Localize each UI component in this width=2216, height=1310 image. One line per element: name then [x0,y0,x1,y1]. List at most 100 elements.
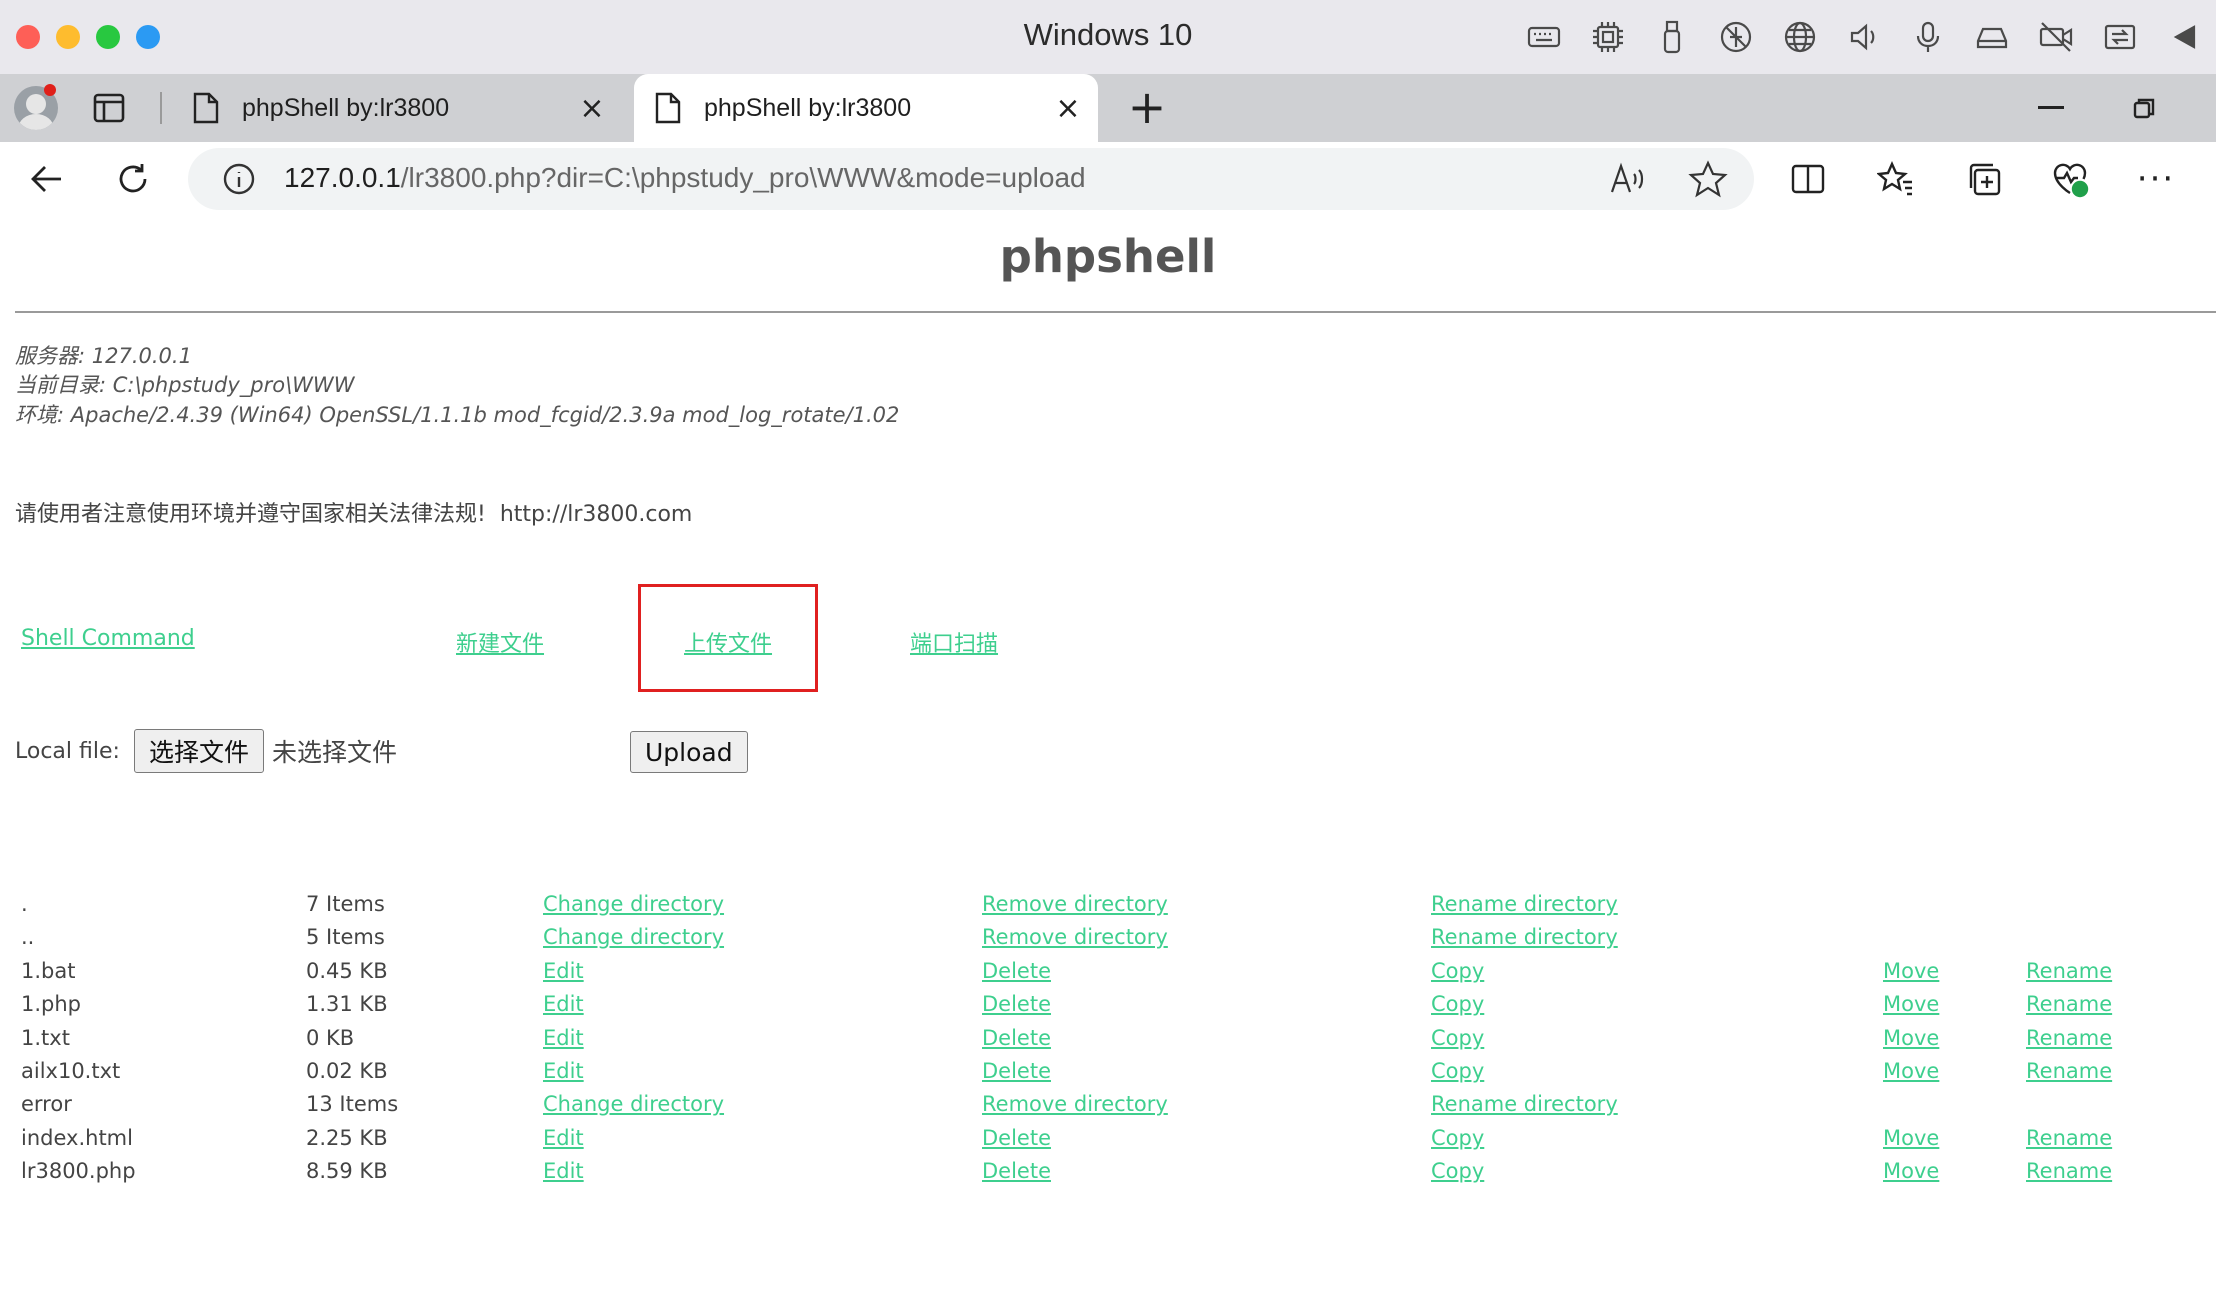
network-off-icon[interactable] [1714,16,1758,58]
split-screen-icon[interactable] [1786,158,1830,200]
file-name: error [21,1092,72,1117]
new-tab-button[interactable]: + [1124,84,1170,132]
action-link-2[interactable]: Delete [982,992,1051,1016]
rename-link[interactable]: Rename [2026,1026,2112,1050]
action-link-1[interactable]: Change directory [543,1092,724,1116]
rename-link[interactable]: Rename [2026,1126,2112,1150]
action-link-3[interactable]: Rename directory [1431,1092,1618,1116]
rename-link[interactable]: Rename [2026,992,2112,1016]
file-size: 7 Items [306,892,385,916]
file-size: 8.59 KB [306,1159,388,1184]
tab-title: phpShell by:lr3800 [704,93,912,122]
upload-button[interactable]: Upload [630,731,748,773]
shell-command-link[interactable]: Shell Command [21,626,195,651]
action-link-3[interactable]: Copy [1431,1159,1484,1183]
move-link[interactable]: Move [1883,1026,1939,1050]
move-link[interactable]: Move [1883,1059,1939,1083]
action-link-2[interactable]: Delete [982,1126,1051,1150]
action-link-3[interactable]: Copy [1431,1126,1484,1150]
rename-link[interactable]: Rename [2026,1159,2112,1183]
file-name: .. [21,925,35,950]
file-row: 1.bat 0.45 KB Edit Delete Copy Move Rename [0,959,2216,992]
action-link-3[interactable]: Rename directory [1431,892,1618,916]
move-link[interactable]: Move [1883,1159,1939,1183]
usb-icon[interactable] [1650,16,1694,58]
file-name: index.html [21,1125,133,1150]
camera-off-icon[interactable] [2034,16,2078,58]
collapse-arrow-icon[interactable] [2162,16,2206,58]
action-link-1[interactable]: Edit [543,1126,584,1150]
file-row: .. 5 Items Change directory Remove director… [0,925,2216,958]
browser-essentials-icon[interactable] [2048,158,2092,200]
address-bar[interactable]: 127.0.0.1/lr3800.php?dir=C:\phpstudy_pro… [188,148,1754,210]
microphone-icon[interactable] [1906,16,1950,58]
tab-separator [160,92,162,124]
file-row: error 13 Items Change directory Remove dire… [0,1092,2216,1125]
tab-actions-icon[interactable] [92,92,126,124]
document-icon [654,91,682,125]
cpu-icon[interactable] [1586,16,1630,58]
collections-icon[interactable] [1962,158,2006,200]
action-link-1[interactable]: Edit [543,992,584,1016]
url-path: /lr3800.php?dir=C:\phpstudy_pro\WWW&mode… [400,162,1086,193]
restore-browser-button[interactable] [2132,96,2156,120]
back-arrow-icon [31,166,61,192]
file-size: 1.31 KB [306,992,388,1017]
browser-toolbar: 127.0.0.1/lr3800.php?dir=C:\phpstudy_pro… [0,142,2216,217]
tab-2-active[interactable]: phpShell by:lr3800 × [634,74,1098,142]
file-size: 13 Items [306,1092,399,1117]
url-text[interactable]: 127.0.0.1/lr3800.php?dir=C:\phpstudy_pro… [284,162,1086,194]
refresh-button[interactable] [110,156,156,202]
mac-titlebar: Windows 10 [0,0,2216,75]
action-link-3[interactable]: Copy [1431,1059,1484,1083]
favorites-icon[interactable] [1874,158,1918,200]
tab-close-button[interactable]: × [1048,88,1088,128]
back-button[interactable] [24,156,70,202]
move-link[interactable]: Move [1883,992,1939,1016]
more-options-button[interactable]: ··· [2134,158,2178,200]
action-link-3[interactable]: Copy [1431,992,1484,1016]
file-size: 0.45 KB [306,958,388,983]
tab-close-button[interactable]: × [572,88,612,128]
rename-link[interactable]: Rename [2026,1059,2112,1083]
action-link-1[interactable]: Change directory [543,892,724,916]
action-link-1[interactable]: Edit [543,959,584,983]
page-title: phpshell [999,230,1217,283]
current-directory-info: 当前目录: C:\phpstudy_pro\WWW [15,373,355,397]
shared-folder-icon[interactable] [2098,16,2142,58]
action-link-3[interactable]: Copy [1431,959,1484,983]
action-link-1[interactable]: Change directory [543,925,724,949]
rename-link[interactable]: Rename [2026,959,2112,983]
port-scan-link[interactable]: 端口扫描 [910,626,998,658]
action-link-2[interactable]: Remove directory [982,925,1168,949]
speaker-icon[interactable] [1842,16,1886,58]
minimize-browser-button[interactable] [2038,106,2064,109]
action-link-2[interactable]: Delete [982,959,1051,983]
action-link-3[interactable]: Copy [1431,1026,1484,1050]
action-link-2[interactable]: Delete [982,1059,1051,1083]
action-link-2[interactable]: Delete [982,1026,1051,1050]
tab-title: phpShell by:lr3800 [242,93,450,122]
new-file-link[interactable]: 新建文件 [456,626,544,658]
url-host: 127.0.0.1 [284,162,401,193]
action-link-2[interactable]: Remove directory [982,1092,1168,1116]
action-link-3[interactable]: Rename directory [1431,925,1618,949]
add-favorite-star-icon[interactable] [1688,160,1728,198]
choose-file-button[interactable]: 选择文件 [133,729,264,773]
file-size: 5 Items [306,925,385,950]
move-link[interactable]: Move [1883,959,1939,983]
action-link-1[interactable]: Edit [543,1026,584,1050]
notice-text: 请使用者注意使用环境并遵守国家相关法律法规! [15,502,486,527]
tab-1[interactable]: phpShell by:lr3800 × [172,74,622,142]
move-link[interactable]: Move [1883,1126,1939,1150]
site-info-icon[interactable] [222,162,256,196]
action-link-2[interactable]: Remove directory [982,892,1168,916]
drive-icon[interactable] [1970,16,2014,58]
action-link-2[interactable]: Delete [982,1159,1051,1183]
action-link-1[interactable]: Edit [543,1159,584,1183]
keyboard-icon[interactable] [1522,16,1566,58]
read-aloud-icon[interactable] [1608,160,1648,198]
globe-icon[interactable] [1778,16,1822,58]
action-link-1[interactable]: Edit [543,1059,584,1083]
refresh-icon [119,164,147,193]
